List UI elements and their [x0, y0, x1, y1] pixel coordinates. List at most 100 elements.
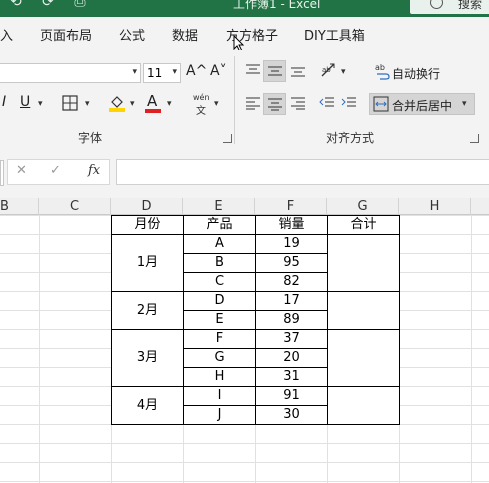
- grid-column-line: [39, 215, 40, 483]
- sales-cell[interactable]: 30: [255, 405, 328, 425]
- font-size-value: 11: [147, 66, 163, 80]
- tab-page-layout[interactable]: 页面布局: [40, 25, 92, 44]
- chevron-down-icon[interactable]: ▾: [214, 99, 219, 109]
- sales-cell[interactable]: 17: [255, 291, 328, 311]
- chevron-down-icon[interactable]: ▾: [85, 99, 90, 109]
- total-merged-cell[interactable]: [327, 291, 400, 330]
- month-merged-cell[interactable]: 2月: [111, 291, 184, 330]
- quick-access-toolbar[interactable]: ⟲ ⟳ ⎙: [10, 0, 94, 10]
- font-name-combo[interactable]: ▾: [0, 63, 141, 83]
- bottom-align-icon[interactable]: [290, 64, 306, 78]
- tab-insert[interactable]: 入: [0, 25, 13, 44]
- sales-cell[interactable]: 31: [255, 367, 328, 387]
- phonetic-bottom[interactable]: 文: [196, 102, 206, 117]
- column-header-e[interactable]: E: [183, 198, 255, 215]
- column-header-f[interactable]: F: [255, 198, 327, 215]
- formula-controls: ✕ ✓ fx: [7, 159, 110, 185]
- align-right-icon[interactable]: [290, 96, 306, 110]
- header-sales-cell[interactable]: 销量: [255, 215, 328, 235]
- window-title: 工作簿1 - Excel: [233, 0, 321, 11]
- formula-bar: ✕ ✓ fx: [0, 148, 489, 198]
- fill-color-icon[interactable]: [108, 94, 126, 112]
- column-headers: B C D E F G H: [0, 198, 489, 215]
- product-cell[interactable]: H: [183, 367, 256, 387]
- phonetic-top[interactable]: wén: [193, 93, 210, 102]
- sales-cell[interactable]: 82: [255, 272, 328, 292]
- product-cell[interactable]: J: [183, 405, 256, 425]
- product-cell[interactable]: E: [183, 310, 256, 330]
- grid-column-line: [471, 215, 472, 483]
- sales-cell[interactable]: 19: [255, 234, 328, 254]
- column-header-c[interactable]: C: [39, 198, 111, 215]
- group-alignment-label: 对齐方式: [326, 131, 375, 145]
- align-left-icon[interactable]: [245, 96, 261, 110]
- tab-formulas[interactable]: 公式: [119, 25, 145, 44]
- column-header-d[interactable]: D: [111, 198, 183, 215]
- group-font-label: 字体: [78, 131, 103, 145]
- product-cell[interactable]: C: [183, 272, 256, 292]
- italic-button[interactable]: I: [2, 94, 6, 110]
- total-merged-cell[interactable]: [327, 234, 400, 292]
- sales-cell[interactable]: 95: [255, 253, 328, 273]
- chevron-down-icon[interactable]: ▾: [462, 99, 467, 109]
- alignment-dialog-launcher[interactable]: [470, 134, 479, 143]
- shrink-font-button[interactable]: A˅: [210, 63, 227, 79]
- name-box[interactable]: [0, 160, 4, 186]
- product-cell[interactable]: F: [183, 329, 256, 349]
- grid-row-line: [0, 462, 489, 463]
- product-cell[interactable]: I: [183, 386, 256, 406]
- header-month-cell[interactable]: 月份: [111, 215, 184, 235]
- formula-input[interactable]: [116, 159, 489, 185]
- title-bar: ⟲ ⟳ ⎙ 工作簿1 - Excel 搜索: [0, 0, 489, 17]
- sales-cell[interactable]: 91: [255, 386, 328, 406]
- wrap-text-icon[interactable]: ab: [374, 62, 390, 80]
- grow-font-button[interactable]: A^: [186, 63, 207, 79]
- cancel-icon[interactable]: ✕: [16, 163, 27, 178]
- sales-cell[interactable]: 89: [255, 310, 328, 330]
- svg-text:ab: ab: [322, 66, 331, 74]
- wrap-text-button[interactable]: 自动换行: [392, 65, 440, 82]
- chevron-down-icon[interactable]: ▾: [341, 67, 346, 77]
- group-separator: [234, 56, 235, 144]
- svg-text:ab: ab: [375, 63, 385, 72]
- header-product-cell[interactable]: 产品: [183, 215, 256, 235]
- search-icon: [430, 0, 443, 9]
- column-header-b[interactable]: B: [0, 198, 39, 215]
- underline-button[interactable]: U: [20, 94, 30, 110]
- decrease-indent-icon[interactable]: [319, 96, 335, 110]
- borders-icon[interactable]: [62, 95, 78, 111]
- tab-diy-toolbox[interactable]: DIY工具箱: [304, 25, 365, 44]
- total-merged-cell[interactable]: [327, 329, 400, 387]
- column-header-g[interactable]: G: [327, 198, 399, 215]
- top-align-icon[interactable]: [245, 63, 261, 77]
- month-merged-cell[interactable]: 3月: [111, 329, 184, 387]
- product-cell[interactable]: D: [183, 291, 256, 311]
- header-total-cell[interactable]: 合计: [327, 215, 400, 235]
- product-cell[interactable]: B: [183, 253, 256, 273]
- tab-data[interactable]: 数据: [172, 25, 198, 44]
- sales-cell[interactable]: 20: [255, 348, 328, 368]
- search-box[interactable]: 搜索: [410, 0, 489, 14]
- product-cell[interactable]: A: [183, 234, 256, 254]
- orientation-icon[interactable]: ab: [320, 62, 338, 78]
- font-color-button[interactable]: A: [147, 92, 157, 110]
- total-merged-cell[interactable]: [327, 386, 400, 425]
- insert-function-icon[interactable]: fx: [88, 163, 100, 178]
- merge-center-label: 合并后居中: [392, 99, 453, 113]
- increase-indent-icon[interactable]: [341, 96, 357, 110]
- worksheet-grid[interactable]: 月份 产品 销量 合计 1月 A 19 B 95 C 82 2月 D 17 E 89 3月 F 37 G 20 H 31 4月…: [0, 215, 489, 483]
- font-dialog-launcher[interactable]: [223, 134, 232, 143]
- middle-align-icon: [268, 66, 282, 76]
- product-cell[interactable]: G: [183, 348, 256, 368]
- align-center-icon: [268, 98, 282, 111]
- column-header-h[interactable]: H: [399, 198, 471, 215]
- chevron-down-icon[interactable]: ▾: [38, 99, 43, 109]
- chevron-down-icon[interactable]: ▾: [167, 99, 172, 109]
- month-merged-cell[interactable]: 1月: [111, 234, 184, 292]
- enter-icon[interactable]: ✓: [50, 163, 61, 178]
- sales-cell[interactable]: 37: [255, 329, 328, 349]
- font-color-swatch: [145, 109, 161, 113]
- month-merged-cell[interactable]: 4月: [111, 386, 184, 425]
- chevron-down-icon[interactable]: ▾: [130, 99, 135, 109]
- font-size-combo[interactable]: 11 ▾: [143, 63, 181, 83]
